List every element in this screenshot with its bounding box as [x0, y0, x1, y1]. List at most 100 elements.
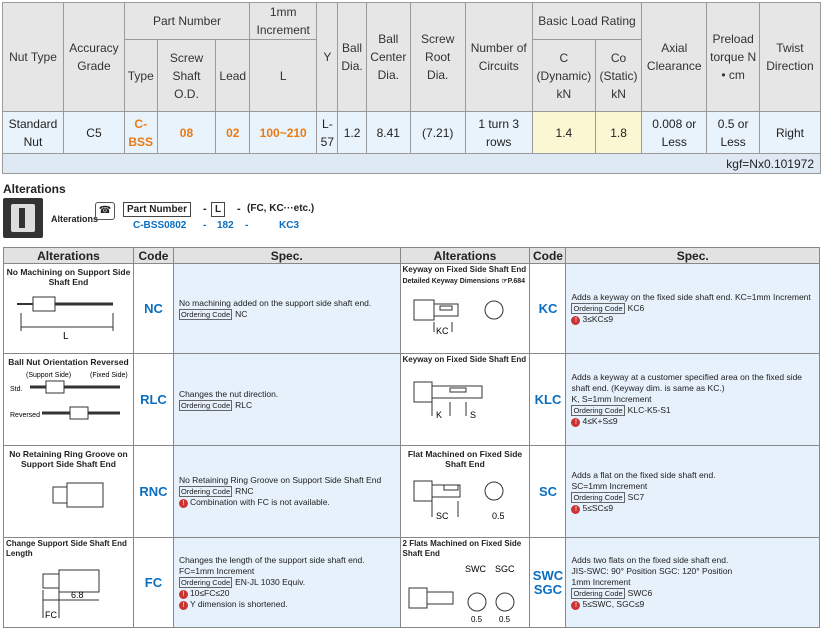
k-label: K	[436, 410, 442, 420]
col-alterations: Alterations	[399, 247, 531, 264]
nc-diagram: L	[17, 296, 114, 342]
format-l: L	[211, 202, 226, 217]
nut-type-header: Nut Type	[2, 2, 64, 112]
spec-sc: Adds a flat on the fixed side shaft end.…	[565, 445, 820, 538]
ball-center-dia-header: Ball Center Dia.	[365, 2, 411, 112]
col-code: Code	[132, 247, 174, 264]
spec-rnc: No Retaining Ring Groove on Support Side…	[172, 445, 401, 538]
condition-icon: !	[178, 590, 188, 599]
alteration-title: Ball Nut Orientation Reversed	[8, 357, 129, 367]
example-dash: -	[203, 220, 207, 231]
alteration-swc: 2 Flats Machined on Fixed Side Shaft End…	[399, 537, 531, 628]
alteration-rnc: No Retaining Ring Groove on Support Side…	[3, 445, 134, 538]
screw-root-dia-header: Screw Root Dia.	[409, 2, 466, 112]
col-code: Code	[529, 247, 567, 264]
alterations-table: Alterations Code Spec. Alterations Code …	[3, 247, 820, 628]
condition-icon: !	[571, 601, 581, 610]
screw-shaft-od-cell: 08	[156, 111, 217, 154]
ordering-code-label: Ordering Code	[571, 588, 625, 599]
spec-text: No Retaining Ring Groove on Support Side…	[178, 475, 382, 485]
lead-cell: 02	[215, 111, 251, 154]
code-nc: NC	[132, 263, 174, 354]
swc-diagram: SWC SGC 0.5 0.5	[408, 564, 515, 624]
axial-clearance-header: Axial Clearance	[641, 2, 708, 112]
ordering-code-label: Ordering Code	[178, 577, 233, 588]
s-label: S	[470, 410, 476, 420]
code-fc: FC	[132, 537, 174, 628]
co-static-cell: 1.8	[594, 111, 643, 154]
ordering-code-label: Ordering Code	[178, 308, 233, 320]
ordering-code: SWC6	[627, 588, 653, 598]
condition-icon: !	[571, 504, 581, 514]
spec-text: Adds a flat on the fixed side shaft end.	[571, 469, 716, 480]
format-dash: -	[203, 203, 207, 215]
twist-direction-cell: Right	[758, 111, 822, 154]
ordering-code: SC7	[627, 491, 645, 502]
condition: 5≤SC≤9	[582, 502, 614, 513]
code-swc: SWC SGC	[529, 537, 567, 628]
dim-05-label: 0.5	[499, 615, 511, 624]
condition-icon: !	[178, 499, 188, 508]
format-part-number: Part Number	[123, 202, 192, 217]
rlc-diagram: (Support Side) (Fixed Side) Std. Reverse…	[10, 372, 128, 420]
support-side-label: (Support Side)	[26, 372, 71, 379]
alteration-kc: Keyway on Fixed Side Shaft End Detailed …	[399, 263, 531, 354]
alteration-title: Keyway on Fixed Side Shaft End	[402, 265, 527, 274]
accuracy-grade-header: Accuracy Grade	[62, 2, 125, 112]
screw-shaft-od-header: Screw Shaft O.D.	[156, 39, 217, 112]
phone-icon: ☎	[95, 202, 115, 220]
ball-dia-header: Ball Dia.	[337, 2, 367, 112]
preload-torque-cell: 0.5 or Less	[706, 111, 760, 154]
alteration-title: Keyway on Fixed Side Shaft End	[402, 355, 527, 364]
format-dash: -	[237, 203, 241, 215]
code-sc: SC	[529, 445, 567, 538]
ordering-code-label: Ordering Code	[178, 399, 233, 411]
condition-2: Y dimension is shortened.	[189, 599, 288, 609]
reversed-label: Reversed	[10, 412, 40, 419]
fc-label: FC	[45, 610, 57, 620]
ordering-code: NC	[235, 308, 248, 319]
y-cell: L-57	[316, 111, 339, 154]
alteration-title: Flat Machined on Fixed Side Shaft End	[407, 449, 523, 469]
number-of-circuits-cell: 1 turn 3 rows	[464, 111, 533, 154]
ordering-code: KLC-K5-S1	[627, 405, 671, 415]
alteration-rlc: Ball Nut Orientation Reversed (Support S…	[3, 353, 134, 446]
col-spec: Spec.	[565, 247, 820, 264]
klc-diagram: K S	[413, 381, 483, 420]
alterations-format: Alterations ☎ Part Number - L - (FC, KC·…	[3, 198, 363, 238]
condition-icon: !	[178, 601, 188, 610]
type-header: Type	[123, 39, 158, 112]
code-rnc: RNC	[132, 445, 174, 538]
co-static-header: Co (Static) kN	[594, 39, 643, 112]
alteration-title: No Machining on Support Side Shaft End	[6, 267, 131, 287]
ordering-code-label: Ordering Code	[178, 486, 233, 497]
alteration-title: No Retaining Ring Groove on Support Side…	[9, 449, 128, 469]
ball-dia-cell: 1.2	[337, 111, 367, 154]
y-header: Y	[316, 2, 339, 112]
type-cell: C-BSS	[123, 111, 158, 154]
sgc-label: SGC	[495, 564, 515, 574]
spec-text: Changes the nut direction.	[178, 388, 279, 399]
nut-type-cell: Standard Nut	[2, 111, 64, 154]
condition: Combination with FC is not available.	[189, 497, 330, 507]
std-label: Std.	[10, 386, 23, 393]
alteration-subtitle: Detailed Keyway Dimensions ☞P.684	[402, 278, 525, 285]
code-klc: KLC	[529, 353, 567, 446]
condition-icon: !	[571, 316, 581, 325]
alteration-title: Change Support Side Shaft End Length	[6, 539, 127, 558]
spec-text: Changes the length of the support side s…	[178, 555, 365, 576]
condition: 4≤K+S≤9	[582, 416, 618, 426]
alterations-heading: Alterations	[3, 182, 66, 196]
example-part: C-BSS0802	[133, 220, 187, 231]
l-label: L	[63, 331, 69, 342]
spec-text: No machining added on the support side s…	[178, 297, 372, 308]
alteration-sc: Flat Machined on Fixed Side Shaft End SC…	[399, 445, 531, 538]
format-codes: (FC, KC···etc.)	[247, 203, 315, 214]
spec-text-2: JIS-SWC: 90° Position SGC: 120° Position	[571, 566, 733, 576]
spec-text-3: 1mm Increment	[571, 577, 631, 587]
preload-torque-header: Preload torque N • cm	[706, 2, 760, 112]
spec-table: Nut Type Accuracy Grade Part Number 1mm …	[2, 2, 822, 174]
code-rlc: RLC	[132, 353, 174, 446]
ordering-code: EN-JL 1030 Equiv.	[235, 577, 306, 587]
spec-swc: Adds two flats on the fixed side shaft e…	[565, 537, 820, 628]
